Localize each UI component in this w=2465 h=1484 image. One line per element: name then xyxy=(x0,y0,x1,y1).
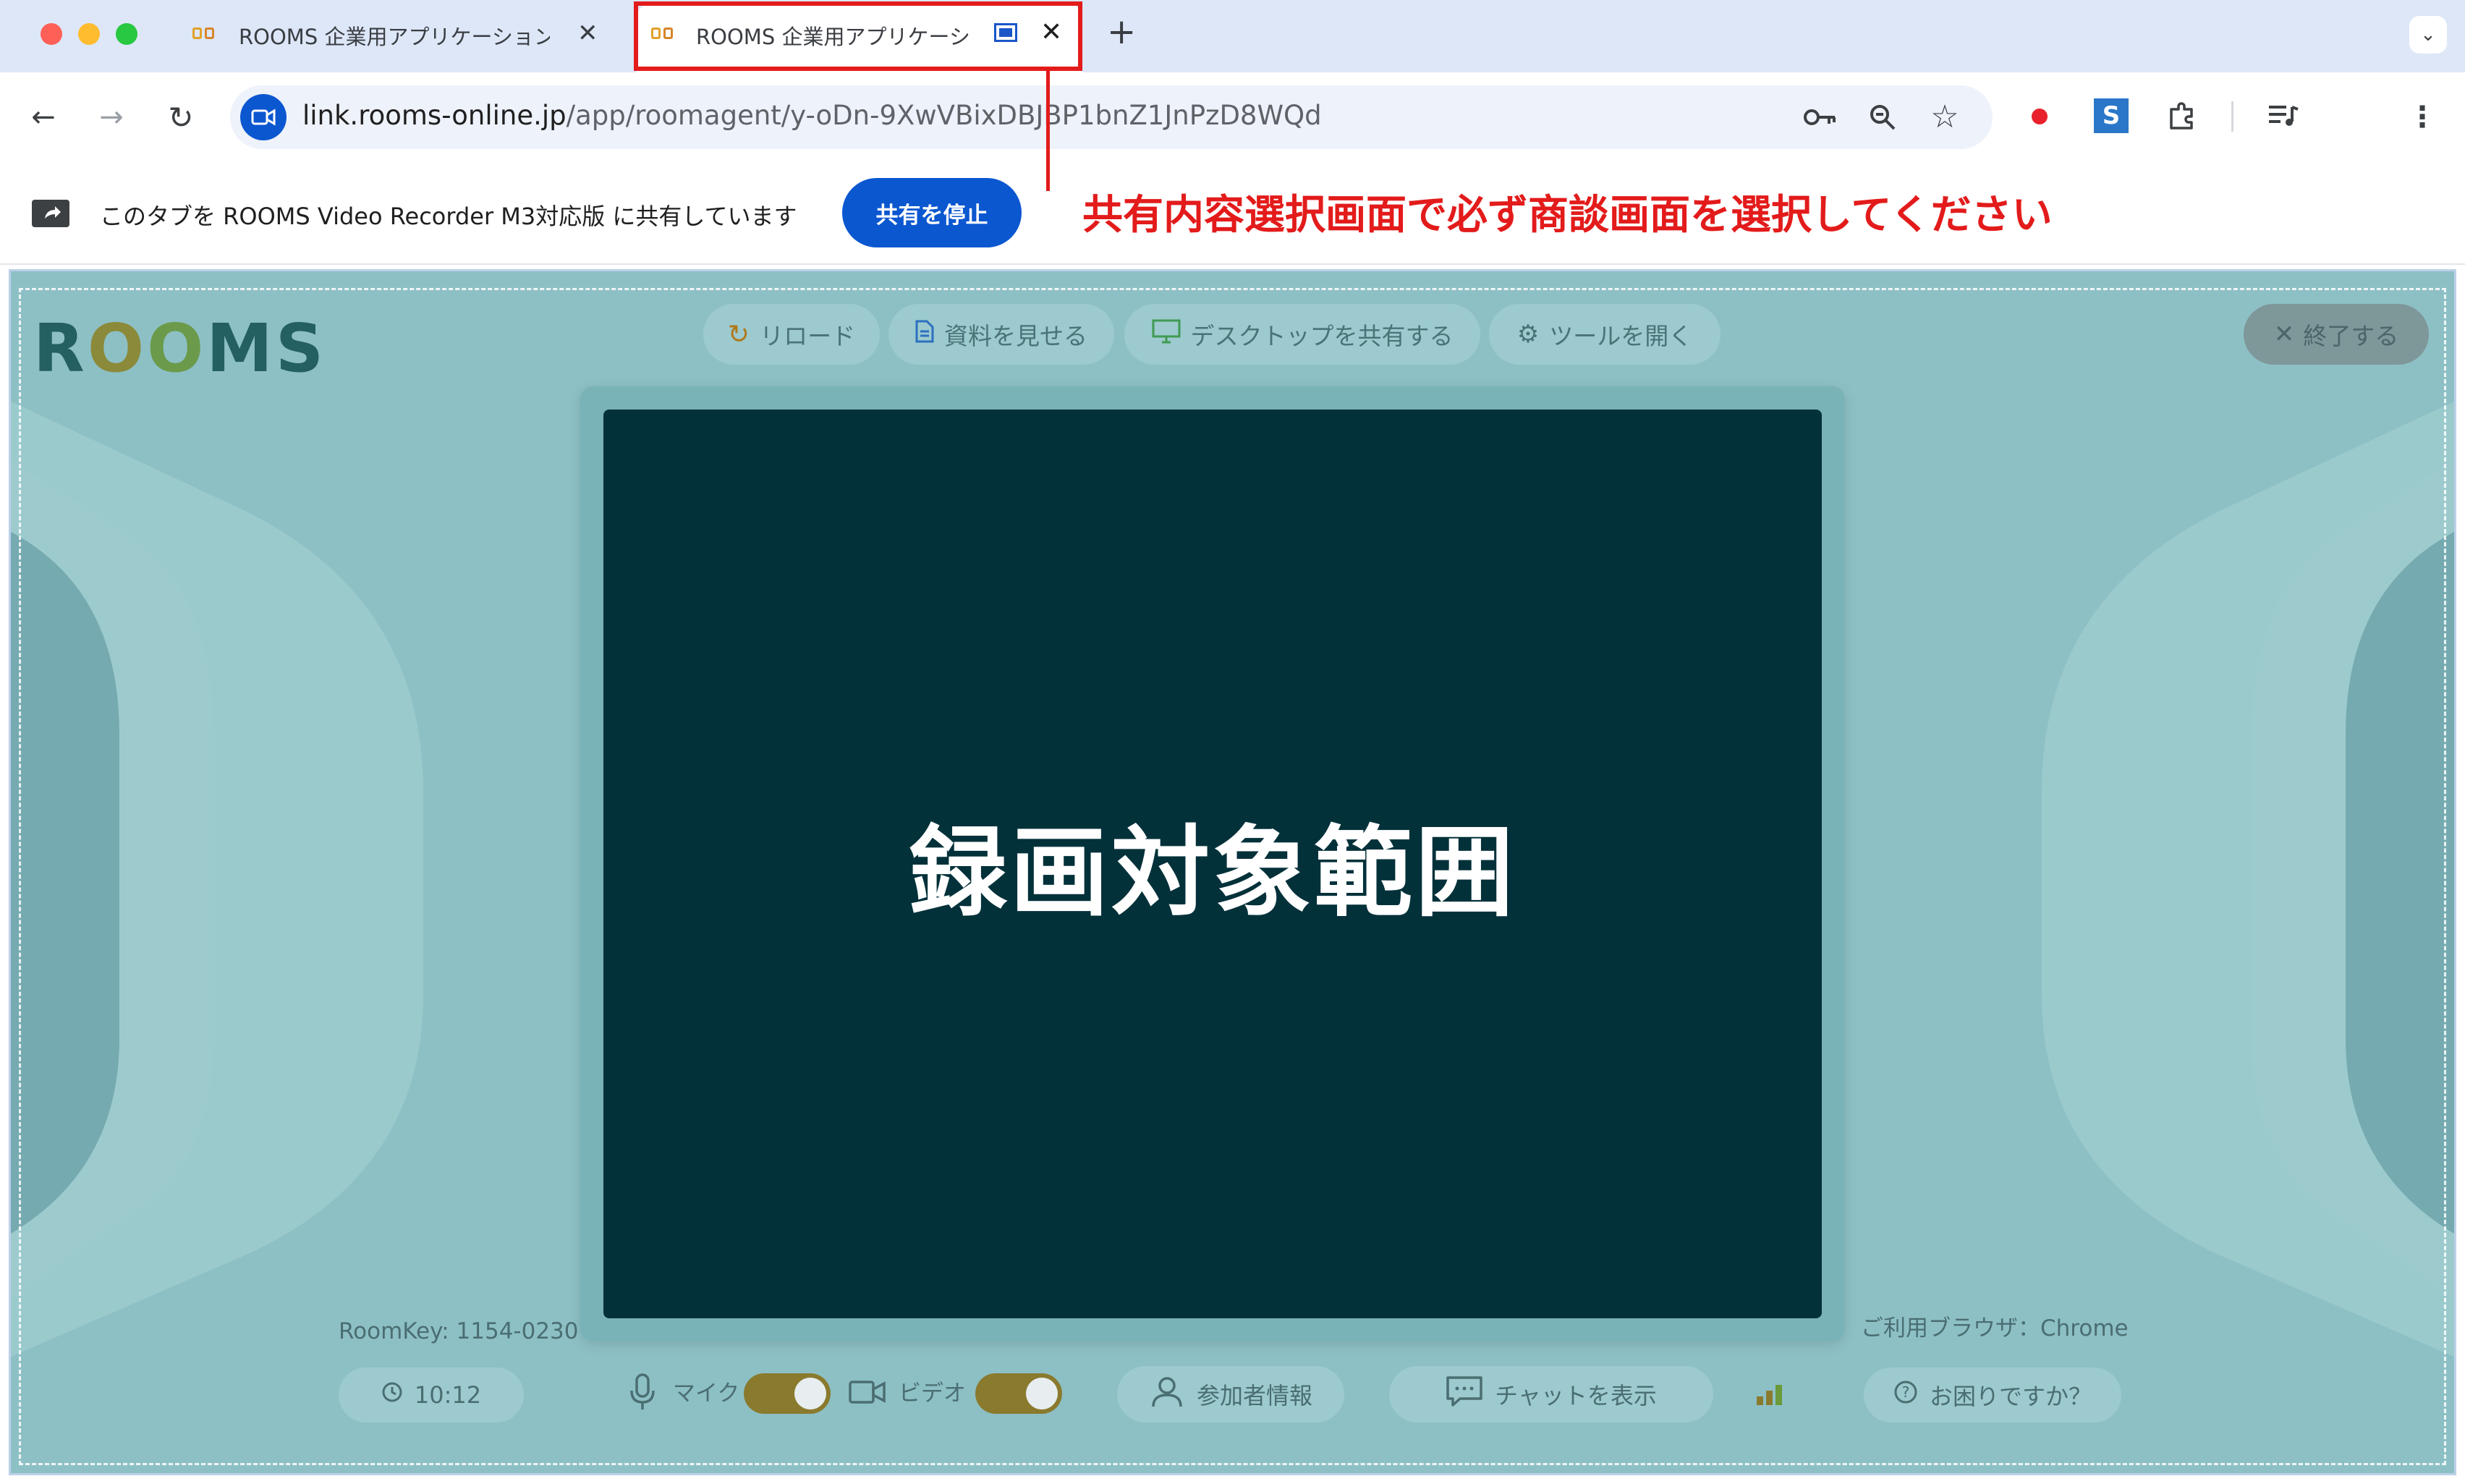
participants-label: 参加者情報 xyxy=(1196,1382,1312,1409)
reload-icon[interactable]: ↻ xyxy=(162,96,200,139)
toolbar-divider xyxy=(2231,101,2233,132)
mic-toggle[interactable] xyxy=(744,1373,831,1414)
video-camera-icon xyxy=(848,1378,887,1409)
tab-title: ROOMS 企業用アプリケーション xyxy=(239,25,550,49)
video-toggle[interactable] xyxy=(975,1373,1062,1414)
media-controls-icon[interactable] xyxy=(2263,97,2304,135)
s-extension-icon[interactable]: S xyxy=(2094,98,2129,133)
open-tools-button[interactable]: ⚙ ツールを開く xyxy=(1489,304,1721,365)
recording-target-label: 録画対象範囲 xyxy=(909,815,1516,930)
help-button[interactable]: ? お困りですか？ xyxy=(1864,1368,2121,1422)
password-key-icon[interactable] xyxy=(1800,98,1841,136)
logo-ms: MS xyxy=(206,310,327,387)
timer-value: 10:12 xyxy=(414,1381,482,1409)
gear-icon: ⚙ xyxy=(1516,320,1540,349)
participants-button[interactable]: 参加者情報 xyxy=(1117,1366,1344,1422)
logo-o2: O xyxy=(147,310,207,387)
reload-label: リロード xyxy=(760,322,856,350)
reload-button[interactable]: ↻ リロード xyxy=(703,304,880,365)
document-icon xyxy=(915,320,934,349)
bookmark-star-icon[interactable]: ☆ xyxy=(1926,96,1964,137)
new-tab-button[interactable]: + xyxy=(1107,12,1136,52)
rooms-favicon-icon xyxy=(192,27,214,39)
url-text[interactable]: link.rooms-online.jp/app/roomagent/y-oDn… xyxy=(302,100,1322,131)
recording-extension-icon[interactable] xyxy=(2032,109,2048,124)
minimize-window-button[interactable] xyxy=(78,23,100,45)
tab-search-icon[interactable]: ⌄ xyxy=(2409,16,2447,54)
annotation-text: 共有内容選択画面で必ず商談画面を選択してください xyxy=(1082,192,2053,239)
close-icon: ✕ xyxy=(2273,320,2295,349)
show-documents-button[interactable]: 資料を見せる xyxy=(888,304,1114,365)
show-chat-button[interactable]: チャットを表示 xyxy=(1389,1366,1713,1422)
monitor-icon xyxy=(1152,319,1181,349)
end-session-button[interactable]: ✕ 終了する xyxy=(2244,304,2429,365)
show-documents-label: 資料を見せる xyxy=(944,322,1087,350)
person-icon xyxy=(1149,1373,1185,1415)
close-window-button[interactable] xyxy=(41,23,62,45)
screen-share-icon xyxy=(32,200,69,227)
close-tab-icon[interactable]: ✕ xyxy=(577,19,598,48)
microphone-icon xyxy=(628,1372,657,1415)
clock-icon xyxy=(381,1381,403,1409)
url-path: /app/roomagent/y-oDn-9XwVBixDBJBP1bnZ1Jn… xyxy=(566,100,1322,131)
video-label: ビデオ xyxy=(899,1381,966,1407)
camera-in-use-icon[interactable] xyxy=(240,94,287,140)
tab-inactive[interactable]: ROOMS 企業用アプリケーション ✕ xyxy=(181,0,615,69)
share-desktop-button[interactable]: デスクトップを共有する xyxy=(1124,304,1480,365)
svg-text:?: ? xyxy=(1902,1383,1910,1401)
annotation-line xyxy=(1046,69,1050,191)
zoom-icon[interactable] xyxy=(1864,98,1901,136)
logo-r: R xyxy=(33,310,88,387)
open-tools-label: ツールを開く xyxy=(1549,322,1693,350)
back-icon[interactable]: ← xyxy=(25,96,62,139)
chat-bubble-icon xyxy=(1446,1375,1483,1413)
maximize-window-button[interactable] xyxy=(116,23,137,45)
logo-o1: O xyxy=(87,310,148,387)
recording-target-area: 録画対象範囲 xyxy=(603,410,1822,1318)
highlight-box xyxy=(634,1,1082,71)
room-key: RoomKey: 1154-0230 xyxy=(339,1318,579,1344)
forward-icon[interactable]: → xyxy=(93,96,130,139)
end-label: 終了する xyxy=(2303,322,2399,350)
chat-label: チャットを表示 xyxy=(1495,1382,1657,1409)
share-message: このタブを ROOMS Video Recorder M3対応版 に共有していま… xyxy=(100,203,797,230)
help-label: お困りですか？ xyxy=(1929,1383,2092,1410)
share-desktop-label: デスクトップを共有する xyxy=(1190,322,1454,350)
menu-more-icon[interactable]: ⋮ xyxy=(2408,96,2437,139)
browser-info: ご利用ブラウザ：Chrome xyxy=(1861,1315,2129,1341)
stop-sharing-button[interactable]: 共有を停止 xyxy=(842,178,1022,247)
help-icon: ? xyxy=(1893,1380,1918,1410)
reload-icon: ↻ xyxy=(727,319,750,349)
signal-strength-icon xyxy=(1755,1382,1784,1409)
extensions-puzzle-icon[interactable] xyxy=(2163,96,2201,136)
timer-display: 10:12 xyxy=(339,1368,524,1422)
url-domain: link.rooms-online.jp xyxy=(302,100,567,131)
rooms-logo: ROOMS xyxy=(33,310,326,387)
mic-label: マイク xyxy=(673,1381,740,1407)
